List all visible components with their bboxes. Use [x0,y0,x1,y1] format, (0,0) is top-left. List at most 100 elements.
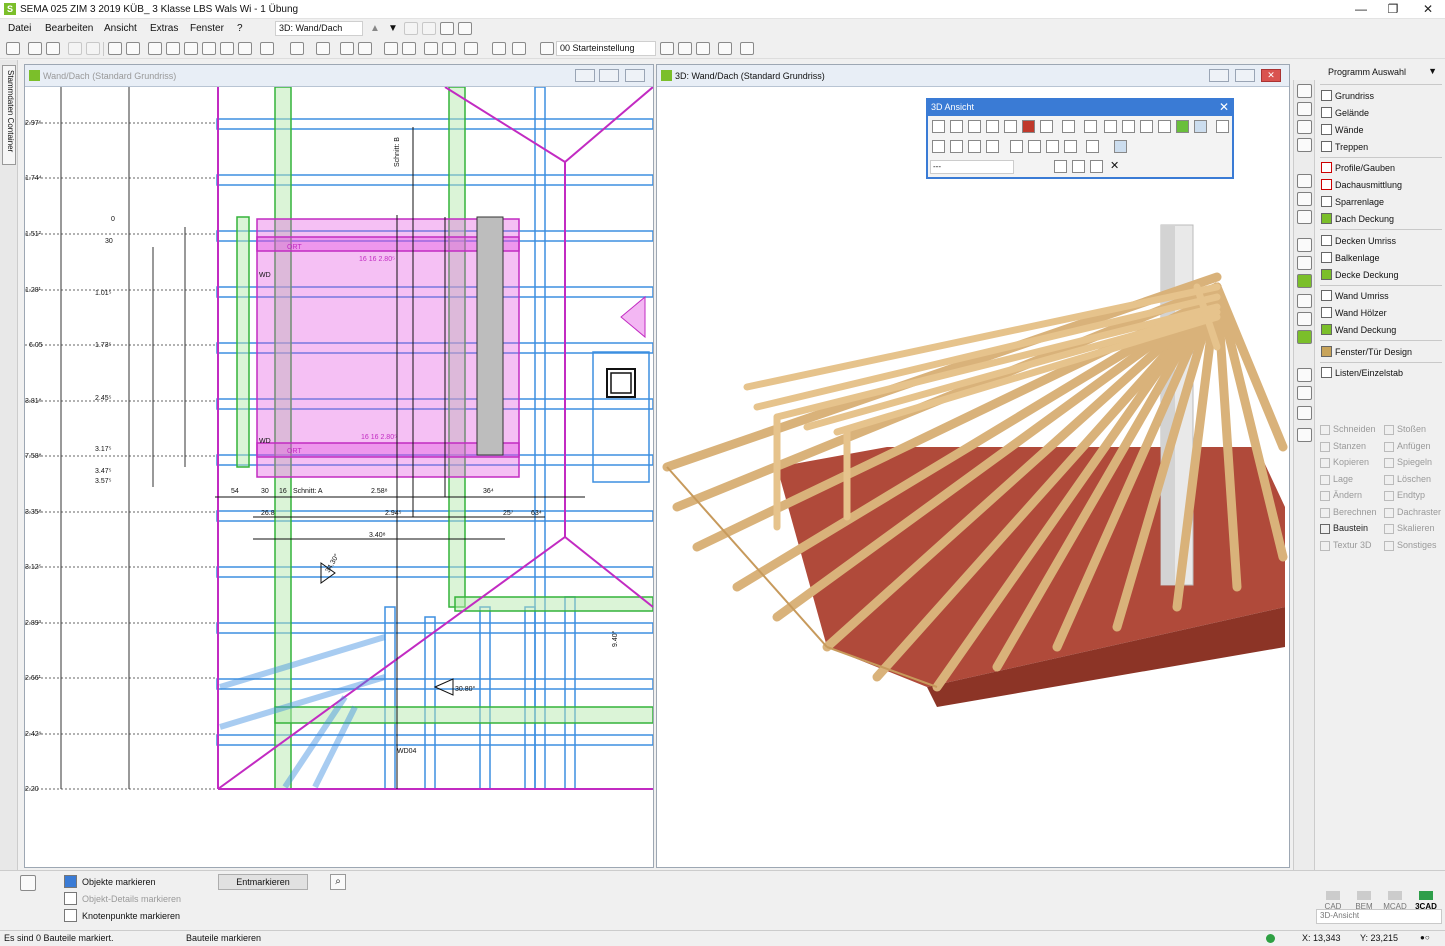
ceiling-icon[interactable] [1297,238,1312,252]
start-settings-select[interactable]: 00 Starteinstellung [556,41,656,56]
view-mode-select[interactable]: 3D-Ansicht [1316,909,1442,924]
redo-icon[interactable] [86,42,100,55]
menu-ansicht[interactable]: Ansicht [104,23,137,34]
unmark-button[interactable]: Entmarkieren [218,874,308,890]
action-textur-3d[interactable]: Textur 3D [1320,540,1372,551]
back-icon[interactable] [1084,120,1097,133]
layers-icon[interactable] [20,875,36,891]
grid-icon[interactable] [678,42,692,55]
wand-icon[interactable] [660,42,674,55]
chevron-down-icon[interactable]: ▼ [388,23,398,34]
cube-icon[interactable] [1140,120,1153,133]
action-schneiden[interactable]: Schneiden [1320,424,1376,435]
close-button[interactable]: ✕ [1261,69,1281,82]
measure-icon[interactable] [260,42,274,55]
tab-cad[interactable]: CAD [1318,891,1348,911]
layout-icon[interactable] [512,42,526,55]
select-icon[interactable] [238,42,252,55]
menu-datei[interactable]: Datei [8,23,31,34]
list-icon[interactable] [492,42,506,55]
cube-icon[interactable] [1158,120,1171,133]
menu-fenster[interactable]: Fenster [190,23,224,34]
pencil-icon[interactable] [358,42,372,55]
structure-icon[interactable] [442,42,456,55]
house-cut-icon[interactable] [1072,160,1085,173]
3d-roof-model[interactable] [657,87,1289,867]
menu-help[interactable]: ? [237,23,243,34]
paint-icon[interactable] [1064,140,1077,153]
pointer-icon[interactable] [1062,120,1075,133]
light-icon[interactable] [166,42,180,55]
cube-icon[interactable] [1194,120,1207,133]
program-item-grundriss[interactable]: Grundriss [1320,88,1442,104]
rafter-icon[interactable] [1297,210,1312,224]
up-arrow-icon[interactable]: ▲ [370,23,380,34]
program-item-waende[interactable]: Wände [1320,122,1442,138]
close-icon[interactable]: ✕ [1219,100,1229,114]
action-aendern[interactable]: Ändern [1320,490,1362,501]
house-icon[interactable] [1004,120,1017,133]
floorplan-icon[interactable] [1297,84,1312,98]
stairs-icon[interactable] [1297,138,1312,152]
close-button[interactable]: ✕ [1417,2,1439,17]
window-icon[interactable] [1090,160,1103,173]
window-design-icon[interactable] [1297,368,1312,382]
minimize-button[interactable] [575,69,595,82]
layers-icon[interactable] [1086,140,1099,153]
pan-icon[interactable] [220,42,234,55]
chevron-down-icon[interactable]: ▼ [1428,66,1437,76]
action-skalieren[interactable]: Skalieren [1384,523,1435,534]
red-block-icon[interactable] [1022,120,1035,133]
ceiling-cover-icon[interactable] [1297,274,1312,288]
export-icon[interactable] [1297,406,1312,420]
edit-icon[interactable] [46,42,60,55]
program-item-wand-deckung[interactable]: Wand Deckung [1320,322,1442,338]
program-item-gelaende[interactable]: Gelände [1320,105,1442,121]
action-anfuegen[interactable]: Anfügen [1384,441,1431,452]
html-icon[interactable] [986,140,999,153]
pencil-icon[interactable] [1028,140,1041,153]
render-icon[interactable] [384,42,398,55]
program-header[interactable]: Programm Auswahl [1328,67,1406,77]
text-icon[interactable] [148,42,162,55]
close-icon[interactable]: ✕ [1110,159,1119,172]
list-icon[interactable] [1297,386,1312,400]
program-item-wand-umriss[interactable]: Wand Umriss [1320,288,1442,304]
action-stanzen[interactable]: Stanzen [1320,441,1366,452]
info-icon[interactable] [718,42,732,55]
restore-button[interactable] [1235,69,1255,82]
tab-3cad[interactable]: 3CAD [1411,891,1441,911]
settings-icon[interactable] [540,42,554,55]
house-icon[interactable] [1040,120,1053,133]
minimize-button[interactable]: — [1350,2,1372,17]
house-icon[interactable] [950,120,963,133]
camera-icon[interactable] [950,140,963,153]
tool-icon[interactable] [1297,428,1312,442]
window-icon[interactable] [422,22,436,35]
html-icon[interactable] [968,140,981,153]
wall-icon[interactable] [1297,120,1312,134]
select-icon[interactable] [1114,140,1127,153]
action-spiegeln[interactable]: Spiegeln [1384,457,1432,468]
camera-icon[interactable] [932,140,945,153]
restore-button[interactable] [599,69,619,82]
target-icon[interactable] [340,42,354,55]
gear-icon[interactable] [696,42,710,55]
program-item-profile-gauben[interactable]: Profile/Gauben [1320,160,1442,176]
program-item-decke-deckung[interactable]: Decke Deckung [1320,267,1442,283]
menu-bearbeiten[interactable]: Bearbeiten [45,23,93,34]
print-preview-icon[interactable] [126,42,140,55]
action-endtyp[interactable]: Endtyp [1384,490,1425,501]
toggle-icon[interactable]: ●○ [1420,933,1430,942]
action-lage[interactable]: Lage [1320,474,1353,485]
restore-button[interactable]: ❐ [1382,2,1404,17]
program-item-wand-hoelzer[interactable]: Wand Hölzer [1320,305,1442,321]
house-icon[interactable] [986,120,999,133]
section-icon[interactable] [402,42,416,55]
action-baustein[interactable]: Baustein [1320,523,1368,534]
tab-stammdaten-container[interactable]: Stammdaten Container [2,65,16,165]
roof-icon[interactable] [424,42,438,55]
binoculars-icon[interactable] [740,42,754,55]
undo-icon[interactable] [68,42,82,55]
house-cut-icon[interactable] [1054,160,1067,173]
